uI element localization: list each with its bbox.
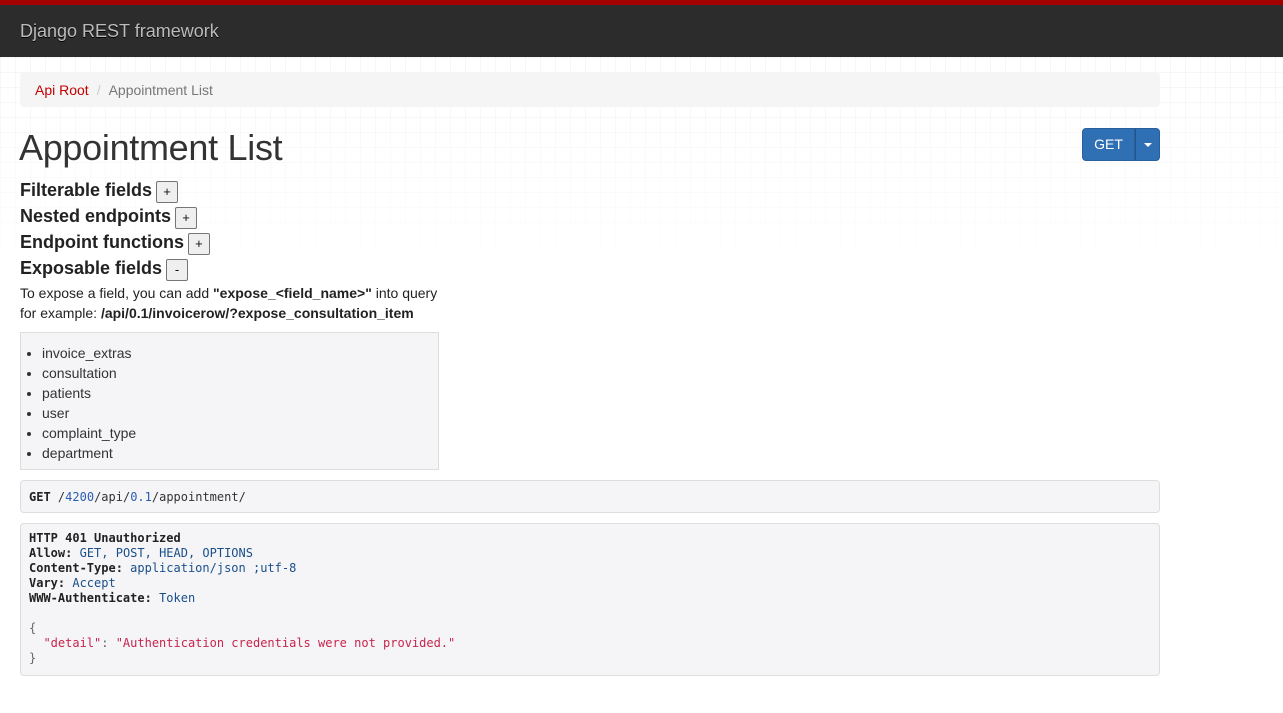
page-title: Appointment List	[19, 127, 283, 168]
collapse-exposable-button[interactable]: -	[166, 259, 189, 281]
list-item: consultation	[42, 363, 438, 383]
navbar: Django REST framework	[0, 0, 1283, 57]
request-method: GET	[29, 490, 51, 504]
response-body-key: "detail"	[43, 636, 102, 650]
expand-nested-button[interactable]: +	[175, 207, 198, 229]
section-endpoint-functions: Endpoint functions +	[20, 230, 210, 255]
section-label: Endpoint functions	[20, 231, 184, 252]
list-item: department	[42, 443, 438, 463]
response-body-value: "Authentication credentials were not pro…	[115, 636, 456, 650]
request-info: GET /4200/api/0.1/appointment/	[20, 480, 1160, 513]
expand-filterable-button[interactable]: +	[156, 181, 179, 203]
list-item: invoice_extras	[42, 343, 438, 363]
exposable-fields-list: invoice_extras consultation patients use…	[20, 332, 439, 470]
response-status: HTTP 401 Unauthorized	[29, 531, 181, 545]
list-item: user	[42, 403, 438, 423]
section-label: Nested endpoints	[20, 205, 172, 226]
get-button[interactable]: GET	[1082, 128, 1135, 161]
expand-functions-button[interactable]: +	[187, 233, 210, 255]
breadcrumb-current: Appointment List	[108, 82, 213, 98]
breadcrumb-api-root[interactable]: Api Root	[35, 82, 89, 98]
breadcrumb: Api Root / Appointment List	[20, 72, 1160, 107]
list-item: complaint_type	[42, 423, 438, 443]
section-exposable-fields: Exposable fields -	[20, 256, 189, 281]
breadcrumb-separator: /	[96, 82, 101, 98]
section-nested-endpoints: Nested endpoints +	[20, 204, 198, 229]
section-label: Filterable fields	[20, 179, 153, 200]
brand-title[interactable]: Django REST framework	[20, 21, 219, 42]
response-info: HTTP 401 Unauthorized Allow: GET, POST, …	[20, 523, 1160, 676]
chevron-down-icon[interactable]	[1135, 128, 1160, 161]
expose-instructions: To expose a field, you can add "expose_<…	[20, 285, 438, 321]
get-button-group: GET	[1082, 128, 1160, 161]
section-filterable-fields: Filterable fields +	[20, 178, 179, 203]
section-label: Exposable fields	[20, 257, 163, 278]
list-item: patients	[42, 383, 438, 403]
